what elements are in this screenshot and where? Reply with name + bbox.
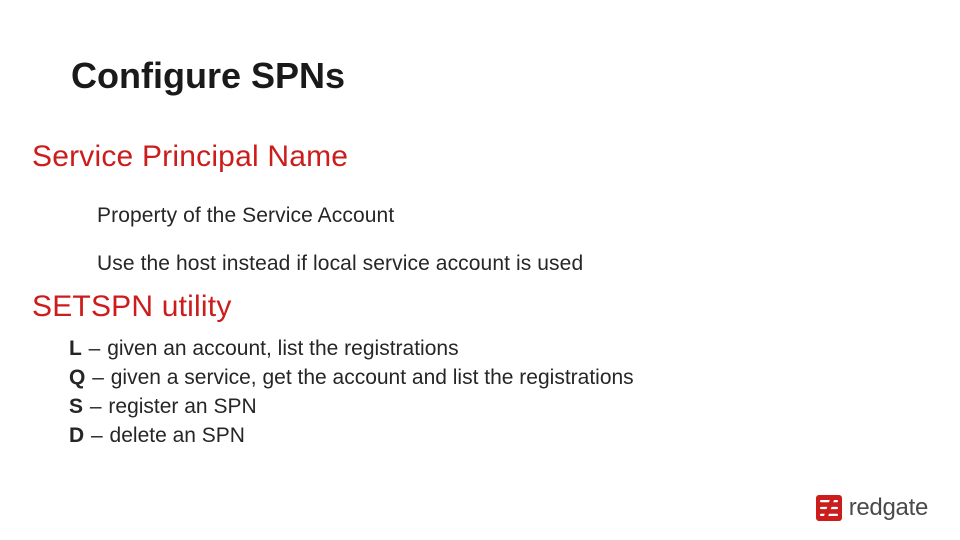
option-dash: –	[91, 366, 105, 389]
option-flag: S	[69, 395, 83, 418]
section-heading-spn: Service Principal Name	[32, 140, 348, 174]
option-dash: –	[88, 337, 102, 360]
option-line: Q – given a service, get the account and…	[69, 364, 634, 393]
body-line: Property of the Service Account	[97, 204, 394, 228]
option-line: D – delete an SPN	[69, 422, 634, 451]
redgate-logo-text: redgate	[849, 494, 928, 522]
slide-title: Configure SPNs	[71, 55, 345, 97]
option-line: S – register an SPN	[69, 393, 634, 422]
option-dash: –	[89, 395, 103, 418]
option-flag: L	[69, 337, 82, 360]
redgate-logo: redgate	[816, 494, 928, 522]
setspn-options: L – given an account, list the registrat…	[69, 335, 634, 451]
option-desc: delete an SPN	[110, 424, 245, 447]
body-line: Use the host instead if local service ac…	[97, 252, 583, 276]
option-flag: Q	[69, 366, 85, 389]
section-heading-setspn: SETSPN utility	[32, 290, 232, 324]
option-desc: given an account, list the registrations	[107, 337, 458, 360]
option-flag: D	[69, 424, 84, 447]
option-dash: –	[90, 424, 104, 447]
slide: Configure SPNs Service Principal Name Pr…	[0, 0, 960, 540]
option-desc: register an SPN	[108, 395, 256, 418]
option-line: L – given an account, list the registrat…	[69, 335, 634, 364]
option-desc: given a service, get the account and lis…	[111, 366, 634, 389]
redgate-logo-icon	[816, 495, 842, 521]
